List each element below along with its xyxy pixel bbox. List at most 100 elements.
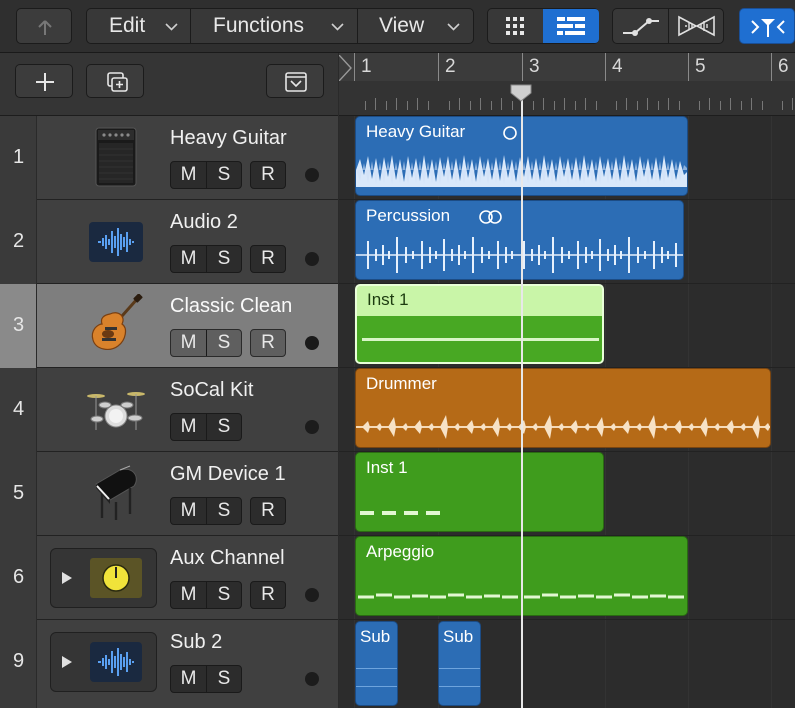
input-monitor-dot[interactable] [305,252,319,266]
midi-note [404,511,418,515]
bar-number: 3 [529,56,540,77]
grid-view-button[interactable] [488,9,543,43]
track-number: 5 [12,482,25,504]
track-header-aux-channel[interactable]: 6 Aux Channel M S R [0,536,338,620]
mute-button[interactable]: M [171,666,206,692]
mute-button[interactable]: M [171,582,206,608]
solo-button[interactable]: S [207,162,241,188]
track-name[interactable]: SoCal Kit [170,379,253,402]
track-header-audio-2[interactable]: 2 Audio 2 M S R [0,200,338,284]
input-monitor-dot[interactable] [305,336,319,350]
region-name: Percussion [366,206,451,225]
solo-button[interactable]: S [207,498,241,524]
midi-note [426,511,440,515]
playhead[interactable] [521,87,523,708]
region-drummer[interactable]: Drummer [355,368,771,448]
tracks-area[interactable]: Heavy Guitar Percussion Inst 1 Drummer I… [339,116,795,708]
mute-button[interactable]: M [171,498,206,524]
region-inst-1[interactable]: Inst 1 [355,452,604,532]
tracks-view-button[interactable] [543,9,599,43]
grid-icon [506,17,524,35]
disclosure-triangle-icon[interactable] [61,655,73,669]
track-number-cell: 4 [0,368,37,452]
folder-stack-box[interactable] [50,632,157,692]
beat-tick [637,101,638,110]
drummer-waveform [356,415,770,439]
midi-note [382,511,396,515]
mute-button[interactable]: M [171,162,206,188]
track-header-classic-clean[interactable]: 3 Classic Clean M S R [0,284,338,368]
track-name[interactable]: Sub 2 [170,631,222,654]
menu-separator [357,9,358,43]
solo-button[interactable]: S [207,582,241,608]
back-button[interactable] [16,8,72,44]
functions-menu-label[interactable]: Functions [213,14,304,38]
mute-solo-group: M S [170,161,242,189]
bar-number: 1 [361,56,372,77]
midi-note [360,511,374,515]
solo-button[interactable]: S [207,414,241,440]
control-bar: Edit Functions View [0,0,795,53]
input-monitor-dot[interactable] [305,420,319,434]
edit-menu-label[interactable]: Edit [109,14,145,38]
mute-button[interactable]: M [171,246,206,272]
input-monitor-dot[interactable] [305,672,319,686]
disclosure-triangle-icon[interactable] [61,571,73,585]
track-header-socal-kit[interactable]: 4 SoCal Kit M S [0,368,338,452]
record-enable-button[interactable]: R [250,329,286,357]
track-header-sub-2[interactable]: 9 Sub 2 M S [0,620,338,708]
global-tracks-button[interactable] [266,64,324,98]
track-name[interactable]: Classic Clean [170,295,292,318]
mute-button[interactable]: M [171,330,206,356]
add-track-button[interactable] [15,64,73,98]
track-header-gm-device-1[interactable]: 5 GM Device 1 M S R [0,452,338,536]
menu-group: Edit Functions View [86,8,474,44]
folder-stack-box[interactable] [50,548,157,608]
mute-solo-group: M S [170,581,242,609]
solo-button[interactable]: S [207,246,241,272]
mute-solo-group: M S [170,665,242,693]
solo-button[interactable]: S [207,666,241,692]
bar-tick [438,53,439,81]
track-number-cell: 1 [0,116,37,200]
record-enable-button[interactable]: R [250,245,286,273]
region-sub[interactable]: Sub [355,621,398,706]
input-monitor-dot[interactable] [305,168,319,182]
track-number: 2 [12,230,25,252]
duplicate-track-button[interactable] [86,64,144,98]
mute-solo-group: M S [170,413,242,441]
playhead-handle-icon[interactable] [510,84,532,102]
region-sub[interactable]: Sub [438,621,481,706]
track-name[interactable]: GM Device 1 [170,463,286,486]
bar-tick [354,53,355,81]
solo-button[interactable]: S [207,330,241,356]
automation-button[interactable] [613,9,668,43]
bar-number: 2 [445,56,456,77]
bar-tick [605,53,606,81]
region-inst-1-selected[interactable]: Inst 1 [355,284,604,364]
mute-button[interactable]: M [171,414,206,440]
beat-tick [575,101,576,110]
track-name[interactable]: Aux Channel [170,547,285,570]
record-enable-button[interactable]: R [250,497,286,525]
ruler[interactable]: 1 2 3 4 5 6 [339,53,795,116]
input-monitor-dot[interactable] [305,588,319,602]
track-name[interactable]: Heavy Guitar [170,127,287,150]
record-enable-button[interactable]: R [250,161,286,189]
beat-tick [647,98,648,110]
grand-piano-icon [95,465,137,520]
view-menu-label[interactable]: View [379,14,424,38]
flex-time-button[interactable] [669,9,724,43]
catch-playhead-icon [751,19,785,37]
drum-kit-icon [87,392,145,430]
ruler-bar-area[interactable] [339,53,795,81]
region-percussion[interactable]: Percussion [355,200,684,280]
track-number: 4 [12,398,25,420]
tracks-list-icon [557,17,585,35]
beat-tick [501,98,502,110]
beat-tick [699,101,700,110]
record-enable-button[interactable]: R [250,581,286,609]
track-name[interactable]: Audio 2 [170,211,238,234]
track-header-heavy-guitar[interactable]: 1 Heavy Guitar M S R [0,116,338,200]
catch-button[interactable] [739,8,795,44]
